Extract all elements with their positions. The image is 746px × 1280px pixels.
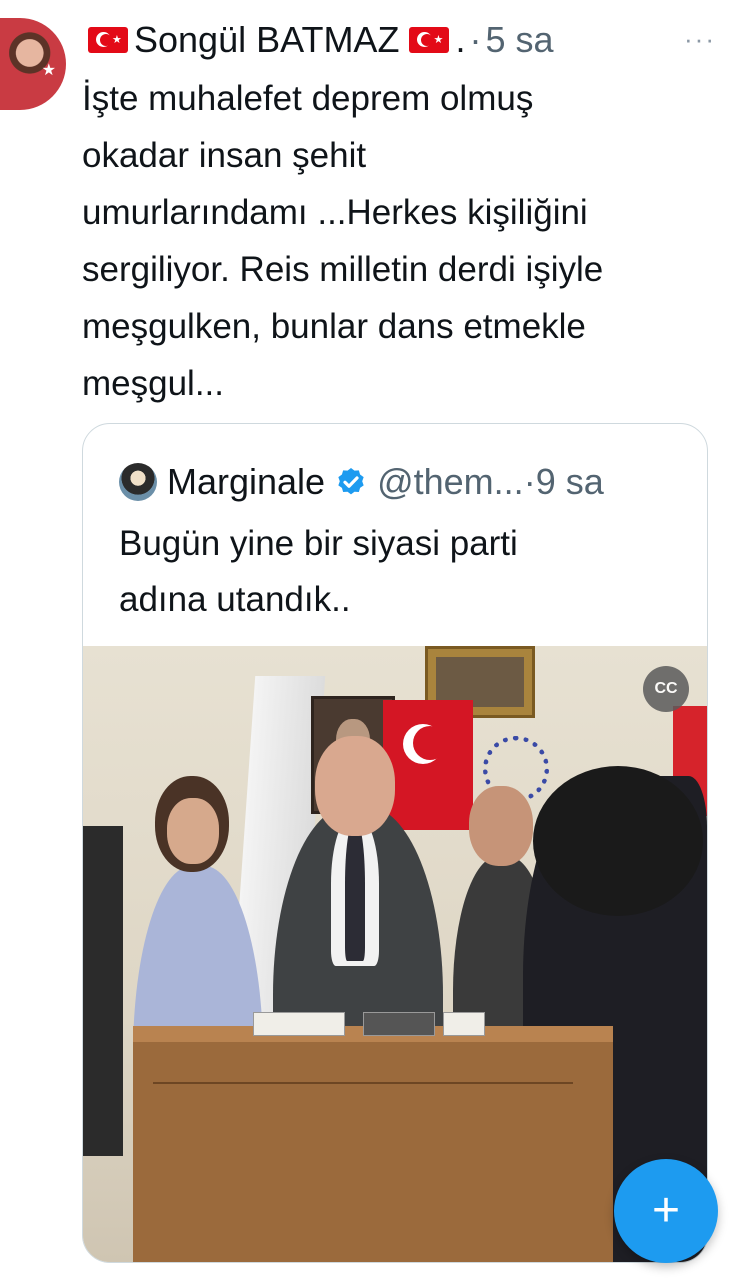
compose-icon[interactable]: + bbox=[614, 1159, 718, 1263]
quote-header: Marginale @them... · 9 sa bbox=[119, 460, 604, 504]
turkish-flag-icon: ★ bbox=[409, 27, 450, 53]
person-face bbox=[167, 798, 219, 864]
turkish-flag-banner bbox=[383, 700, 473, 830]
person-head bbox=[315, 736, 395, 836]
separator-dot: · bbox=[469, 19, 482, 60]
author-name-suffix: . bbox=[455, 19, 466, 60]
author-name[interactable]: Songül BATMAZ bbox=[134, 19, 399, 61]
separator-dot: · bbox=[523, 461, 536, 502]
quote-video[interactable]: CC bbox=[83, 646, 707, 1262]
turkish-flag-icon: ★ bbox=[88, 27, 128, 53]
tweet-header: ★ Songül BATMAZ ★ . · 5 sa bbox=[88, 18, 726, 62]
verified-icon bbox=[338, 468, 364, 495]
quote-time[interactable]: 9 sa bbox=[536, 461, 604, 503]
desk bbox=[133, 1012, 613, 1262]
more-icon[interactable]: ··· bbox=[684, 24, 716, 55]
person-head bbox=[469, 786, 533, 866]
person-tie bbox=[345, 821, 365, 961]
quote-text: Bugün yine bir siyasi parti adına utandı… bbox=[119, 524, 518, 619]
quote-author-name[interactable]: Marginale bbox=[167, 461, 325, 503]
captions-icon[interactable]: CC bbox=[643, 666, 689, 712]
quote-author-handle[interactable]: @them... bbox=[377, 461, 524, 503]
person bbox=[83, 826, 123, 1156]
tweet-time[interactable]: 5 sa bbox=[485, 19, 553, 61]
author-avatar[interactable]: ★ bbox=[0, 18, 66, 110]
person-head bbox=[533, 766, 703, 916]
quoted-tweet[interactable]: Marginale @them... · 9 sa Bugün yine bir… bbox=[82, 423, 708, 1263]
tweet-text: İşte muhalefet deprem olmuş okadar insan… bbox=[82, 79, 604, 403]
quote-author-avatar[interactable] bbox=[119, 463, 157, 501]
